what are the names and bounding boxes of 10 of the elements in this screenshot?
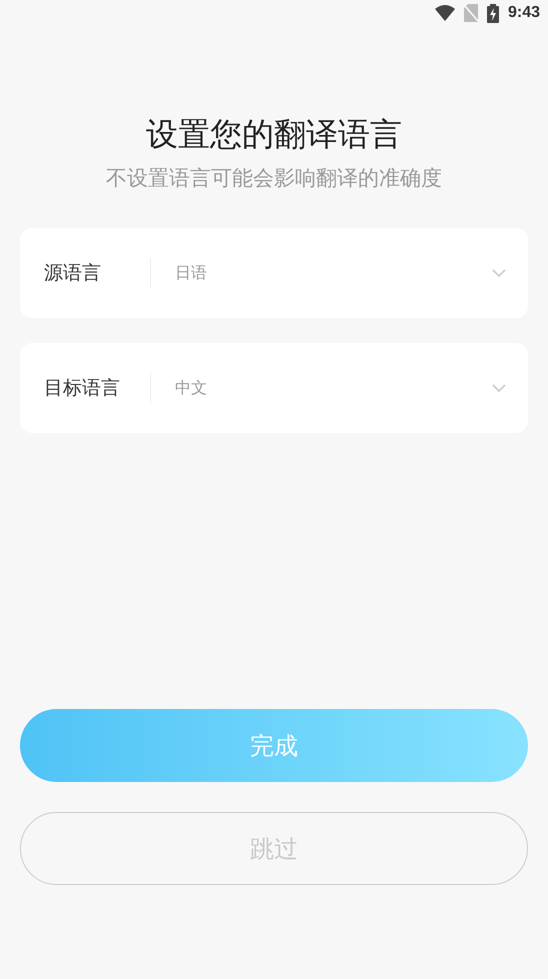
- page-subtitle: 不设置语言可能会影响翻译的准确度: [106, 165, 442, 192]
- chevron-down-icon: [492, 269, 506, 277]
- battery-charging-icon: [486, 4, 499, 22]
- wifi-icon: [434, 5, 455, 21]
- chevron-down-icon: [492, 384, 506, 392]
- language-dropdown[interactable]: 源语言 日语: [20, 228, 528, 318]
- page-title: 设置您的翻译语言: [146, 114, 402, 155]
- no-sim-icon: [464, 4, 478, 22]
- language-dropdown[interactable]: 目标语言 中文: [20, 343, 528, 433]
- status-time: 9:43: [508, 4, 540, 22]
